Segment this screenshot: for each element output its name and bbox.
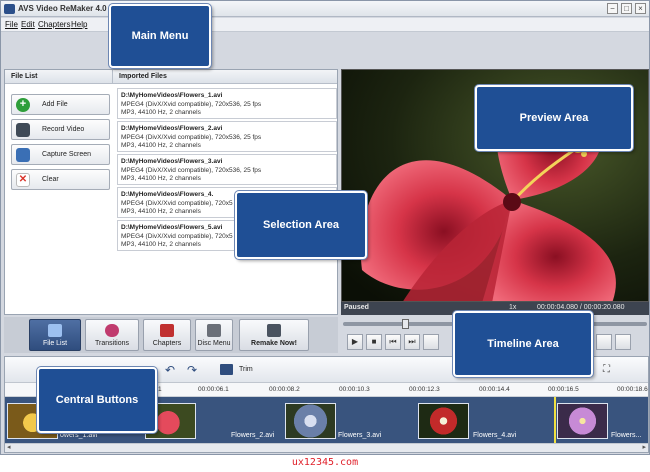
playback-speed: 1x xyxy=(509,304,517,311)
disc-menu-icon xyxy=(207,324,221,337)
fullscreen-icon[interactable] xyxy=(423,334,439,350)
imported-file-item[interactable]: D:\MyHomeVideos\Flowers_2.avi MPEG4 (Div… xyxy=(117,121,337,152)
undo-icon[interactable]: ↶ xyxy=(165,363,175,377)
trim-icon[interactable] xyxy=(220,364,233,375)
redo-icon[interactable]: ↷ xyxy=(187,363,197,377)
timeline-scrollbar[interactable]: ◂ ▸ xyxy=(5,443,648,452)
clear-button[interactable]: ✕ Clear xyxy=(11,169,110,190)
video-info: MPEG4 (DivX/Xvid compatible), 720x536, 2… xyxy=(121,133,262,141)
clip-thumbnail[interactable] xyxy=(557,403,608,439)
add-file-button[interactable]: + Add File xyxy=(11,94,110,115)
imported-file-item[interactable]: D:\MyHomeVideos\Flowers_3.avi MPEG4 (Div… xyxy=(117,154,337,185)
camera-icon[interactable] xyxy=(596,334,612,350)
menu-file[interactable]: File xyxy=(5,20,18,29)
transitions-tab-button[interactable]: Transitions xyxy=(85,319,139,351)
capture-screen-button[interactable]: Capture Screen xyxy=(11,144,110,165)
time-tick: 00:00:16.5 xyxy=(548,386,579,393)
clip-label: Flowers_2.avi xyxy=(231,432,275,439)
clip-label: Flowers_4.avi xyxy=(473,432,517,439)
transitions-tab-label: Transitions xyxy=(95,340,129,347)
plus-icon: + xyxy=(16,98,30,112)
video-info: MPEG4 (DivX/Xvid compatible), 720x536, 2… xyxy=(121,100,262,108)
time-tick: 00:00:06.1 xyxy=(198,386,229,393)
next-frame-button[interactable]: ⏭ xyxy=(404,334,420,350)
monitor-icon xyxy=(16,148,30,162)
preview-area-callout: Preview Area xyxy=(475,85,633,151)
minimize-button[interactable]: − xyxy=(607,3,618,14)
previous-frame-button[interactable]: ⏮ xyxy=(385,334,401,350)
menu-edit[interactable]: Edit xyxy=(21,20,35,29)
trim-label[interactable]: Trim xyxy=(239,366,253,373)
transitions-icon xyxy=(105,324,119,337)
app-window: AVS Video ReMaker 4.0 − □ × File Edit Ch… xyxy=(0,0,650,455)
central-buttons-bar: File List Transitions Chapters Disc Menu… xyxy=(4,317,338,353)
time-tick: 1 xyxy=(158,386,162,393)
chapters-tab-button[interactable]: Chapters xyxy=(143,319,191,351)
scroll-right-icon[interactable]: ▸ xyxy=(642,443,646,451)
time-tick: 00:00:12.3 xyxy=(409,386,440,393)
clip-label: Flowers... xyxy=(611,432,642,439)
add-file-label: Add File xyxy=(42,101,68,108)
imported-files-header: Imported Files xyxy=(113,70,337,84)
clip-label: Flowers_3.avi xyxy=(338,432,382,439)
zoom-fit-icon[interactable]: ⛶ xyxy=(603,364,610,375)
audio-info: MP3, 44100 Hz, 2 channels xyxy=(121,109,201,116)
volume-icon[interactable] xyxy=(615,334,631,350)
clear-label: Clear xyxy=(42,176,59,183)
audio-info: MP3, 44100 Hz, 2 channels xyxy=(121,142,201,149)
title-bar: AVS Video ReMaker 4.0 − □ × xyxy=(1,1,649,17)
close-button[interactable]: × xyxy=(635,3,646,14)
remake-icon xyxy=(267,324,281,337)
capture-screen-label: Capture Screen xyxy=(42,151,92,158)
video-info: MPEG4 (DivX/Xvid compatible), 720x536, 2… xyxy=(121,166,262,174)
chapters-tab-label: Chapters xyxy=(152,340,182,347)
playhead-marker[interactable] xyxy=(554,397,556,443)
record-video-label: Record Video xyxy=(42,126,85,133)
menu-chapters[interactable]: Chapters xyxy=(38,20,70,29)
remake-now-button[interactable]: Remake Now! xyxy=(239,319,309,351)
window-title: AVS Video ReMaker 4.0 xyxy=(18,4,107,13)
main-menu-callout: Main Menu xyxy=(109,4,211,68)
clip-label: owers_1.avi xyxy=(60,432,98,439)
audio-info: MP3, 44100 Hz, 2 channels xyxy=(121,175,201,182)
file-list-header: File List xyxy=(5,70,113,84)
watermark-text: ux12345.com xyxy=(291,457,359,468)
file-list-tab-button[interactable]: File List xyxy=(29,319,81,351)
imported-file-item[interactable]: D:\MyHomeVideos\Flowers_1.avi MPEG4 (Div… xyxy=(117,88,337,119)
maximize-button[interactable]: □ xyxy=(621,3,632,14)
clip-thumbnail[interactable] xyxy=(285,403,336,439)
file-path: D:\MyHomeVideos\Flowers_1.avi xyxy=(121,92,223,99)
timeline-area-callout: Timeline Area xyxy=(453,311,593,377)
selection-area-callout: Selection Area xyxy=(235,191,367,259)
clear-icon: ✕ xyxy=(16,173,30,187)
remake-now-label: Remake Now! xyxy=(251,340,297,347)
central-buttons-callout: Central Buttons xyxy=(37,367,157,433)
file-list-tab-label: File List xyxy=(42,340,68,347)
time-tick: 00:00:18.6 xyxy=(617,386,648,393)
file-list-icon xyxy=(48,324,62,337)
film-icon xyxy=(16,123,30,137)
scroll-left-icon[interactable]: ◂ xyxy=(7,443,11,451)
time-tick: 00:00:14.4 xyxy=(479,386,510,393)
playback-status: Paused xyxy=(344,304,369,311)
chapters-icon xyxy=(160,324,174,337)
menu-bar: File Edit Chapters Help xyxy=(1,18,649,32)
clip-thumbnail[interactable] xyxy=(418,403,469,439)
file-path: D:\MyHomeVideos\Flowers_3.avi xyxy=(121,158,223,165)
record-video-button[interactable]: Record Video xyxy=(11,119,110,140)
disc-menu-tab-button[interactable]: Disc Menu xyxy=(195,319,233,351)
menu-help[interactable]: Help xyxy=(71,20,87,29)
stop-button[interactable]: ■ xyxy=(366,334,382,350)
file-path: D:\MyHomeVideos\Flowers_2.avi xyxy=(121,125,223,132)
seek-handle[interactable] xyxy=(402,319,409,329)
play-button[interactable]: ▶ xyxy=(347,334,363,350)
disc-menu-tab-label: Disc Menu xyxy=(197,340,231,347)
time-tick: 00:00:10.3 xyxy=(339,386,370,393)
app-logo-icon xyxy=(4,4,15,14)
playback-time: 00:00:04.080 / 00:00:20.080 xyxy=(537,304,625,311)
time-tick: 00:00:08.2 xyxy=(269,386,300,393)
